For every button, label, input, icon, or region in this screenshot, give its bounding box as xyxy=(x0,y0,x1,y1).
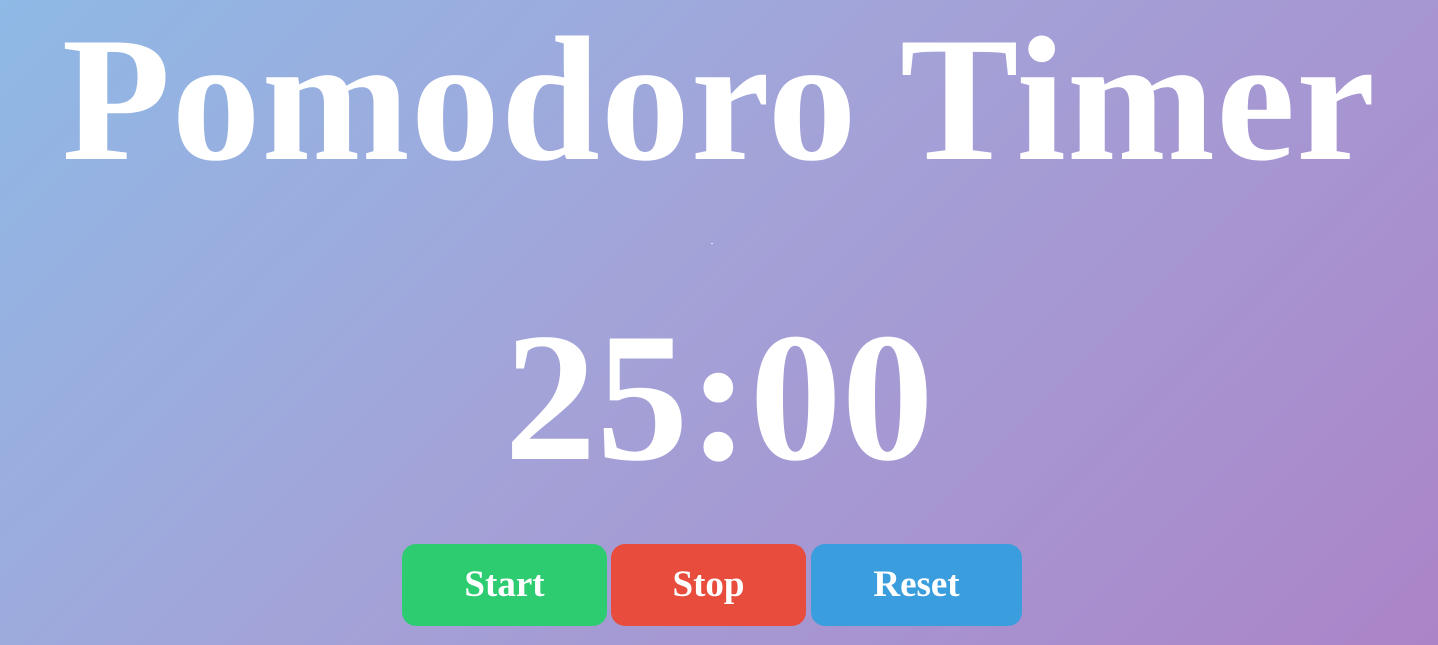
timer-display: 25:00 xyxy=(504,295,934,499)
reset-button[interactable]: Reset xyxy=(811,544,1022,626)
page-title: Pomodoro Timer xyxy=(61,0,1377,198)
stop-button[interactable]: Stop xyxy=(611,544,806,626)
start-button[interactable]: Start xyxy=(402,544,607,626)
decorative-dot xyxy=(711,243,713,244)
